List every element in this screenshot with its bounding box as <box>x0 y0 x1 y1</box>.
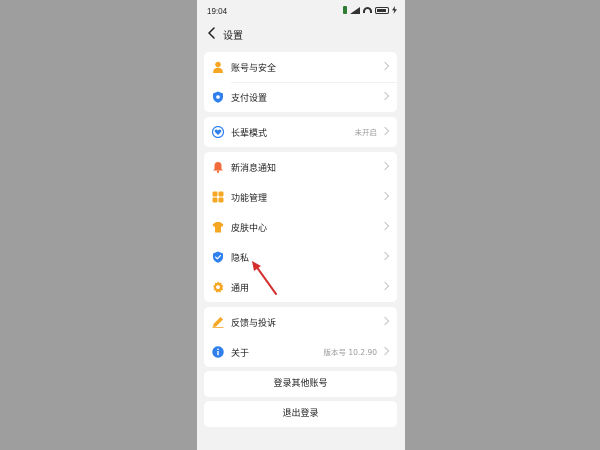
chevron-right-icon <box>380 281 390 291</box>
chevron-right-icon <box>380 316 390 326</box>
back-arrow-icon[interactable] <box>207 27 217 39</box>
heart-icon <box>212 126 224 138</box>
settings-item-label: 账号与安全 <box>231 64 277 74</box>
settings-item-label: 反馈与投诉 <box>231 319 277 329</box>
settings-item-label: 新消息通知 <box>231 164 277 174</box>
version-number: 版本号 10.2.90 <box>323 348 377 357</box>
phone-screen: 19:04 设置 账号与安全 支付设置 长辈模式 未开启 新消息通知 功能管理 … <box>197 0 405 450</box>
charging-icon <box>392 6 397 14</box>
chevron-right-icon <box>380 161 390 171</box>
settings-item-account-security[interactable]: 账号与安全 <box>204 52 397 82</box>
pencil-icon <box>212 317 224 328</box>
settings-item-label: 皮肤中心 <box>231 224 268 234</box>
settings-item-label: 关于 <box>231 349 250 359</box>
battery-icon <box>375 6 389 14</box>
status-icons <box>343 6 397 14</box>
chevron-right-icon <box>380 191 390 201</box>
wifi-icon <box>363 7 372 13</box>
status-time: 19:04 <box>207 7 228 16</box>
info-icon <box>212 346 224 358</box>
settings-item-label: 功能管理 <box>231 194 268 204</box>
chevron-right-icon <box>380 346 390 356</box>
elder-mode-status: 未开启 <box>354 128 378 137</box>
gear-icon <box>213 281 224 293</box>
settings-item-label: 通用 <box>231 284 250 294</box>
chevron-right-icon <box>380 221 390 231</box>
nav-bar: 设置 <box>197 22 405 44</box>
page-title: 设置 <box>223 31 243 42</box>
shield-payment-icon <box>213 91 223 103</box>
settings-item-privacy[interactable]: 隐私 <box>204 242 397 272</box>
settings-group-account: 账号与安全 支付设置 <box>204 52 397 112</box>
chevron-right-icon <box>380 251 390 261</box>
settings-item-about[interactable]: 关于 版本号 10.2.90 <box>204 337 397 367</box>
person-icon <box>213 61 223 73</box>
chevron-right-icon <box>380 126 390 136</box>
settings-item-label: 长辈模式 <box>231 129 268 139</box>
grid-icon <box>212 191 224 203</box>
settings-item-general[interactable]: 通用 <box>204 272 397 302</box>
chevron-right-icon <box>380 91 390 101</box>
logout-button[interactable]: 退出登录 <box>204 401 397 427</box>
settings-item-feedback[interactable]: 反馈与投诉 <box>204 307 397 337</box>
settings-group-general: 新消息通知 功能管理 皮肤中心 隐私 通用 <box>204 152 397 302</box>
settings-item-payment[interactable]: 支付设置 <box>204 82 397 112</box>
shirt-icon <box>212 222 224 233</box>
switch-account-button[interactable]: 登录其他账号 <box>204 371 397 397</box>
bluetooth-icon <box>343 6 347 14</box>
settings-item-notifications[interactable]: 新消息通知 <box>204 152 397 182</box>
bell-icon <box>213 162 223 173</box>
settings-item-label: 支付设置 <box>231 94 268 104</box>
chevron-right-icon <box>380 61 390 71</box>
settings-item-label: 隐私 <box>231 254 250 264</box>
settings-group-elder: 长辈模式 未开启 <box>204 117 397 147</box>
settings-item-elder-mode[interactable]: 长辈模式 未开启 <box>204 117 397 147</box>
privacy-shield-icon <box>213 251 223 263</box>
settings-item-feature-management[interactable]: 功能管理 <box>204 182 397 212</box>
settings-group-support: 反馈与投诉 关于 版本号 10.2.90 <box>204 307 397 367</box>
status-bar: 19:04 <box>197 0 405 22</box>
signal-icon <box>350 6 360 14</box>
settings-item-skin-center[interactable]: 皮肤中心 <box>204 212 397 242</box>
